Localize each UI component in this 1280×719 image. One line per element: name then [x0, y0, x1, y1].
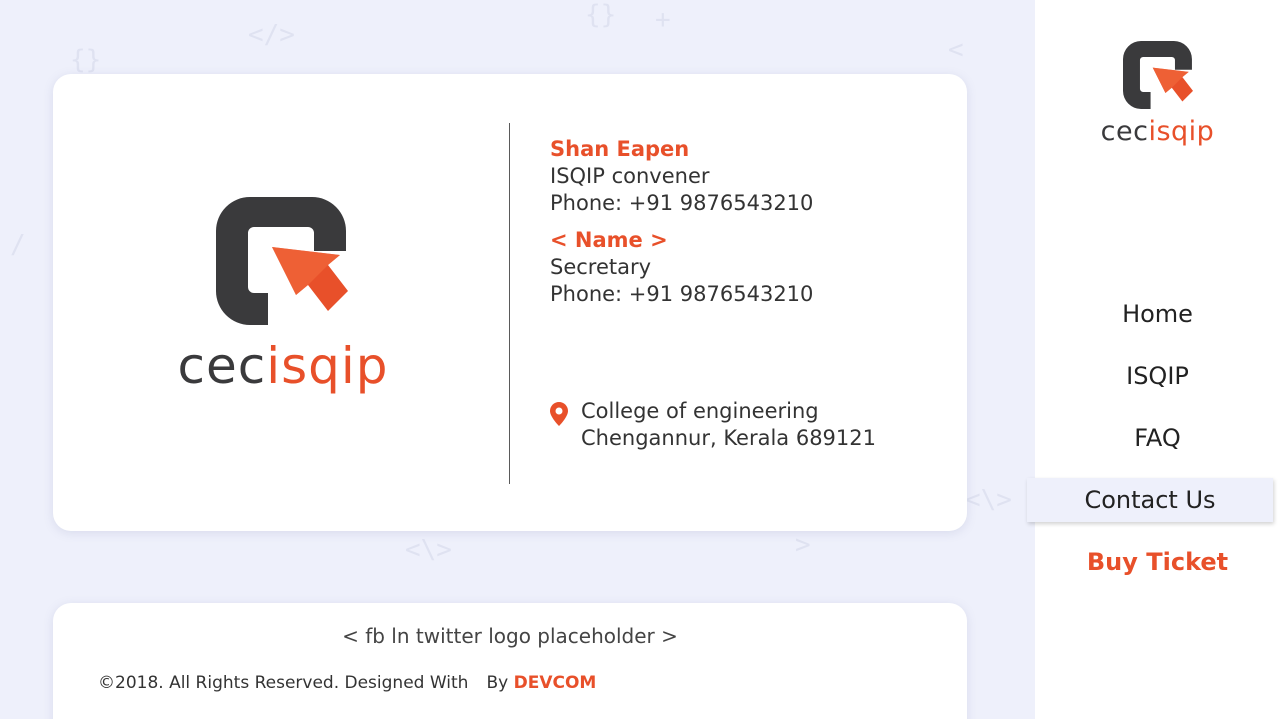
nav-contact-us[interactable]: Contact Us	[1027, 478, 1273, 522]
copyright: ©2018. All Rights Reserved. Designed Wit…	[98, 673, 596, 693]
contact-name: < Name >	[550, 228, 668, 252]
address-line-1: College of engineering	[581, 399, 819, 423]
nav-faq[interactable]: FAQ	[1035, 416, 1280, 460]
contact-name: Shan Eapen	[550, 137, 690, 161]
main-logo: cecisqip	[158, 195, 408, 415]
contact-phone[interactable]: Phone: +91 9876543210	[550, 281, 813, 308]
nav-buy-ticket[interactable]: Buy Ticket	[1035, 540, 1280, 584]
logo-wordmark: cecisqip	[158, 341, 408, 391]
footer-card	[53, 603, 967, 719]
address: College of engineering Chengannur, Keral…	[550, 398, 876, 452]
social-links-placeholder[interactable]: < fb ln twitter logo placeholder >	[53, 624, 967, 648]
contact-role: Secretary	[550, 255, 652, 279]
nav-isqip[interactable]: ISQIP	[1035, 354, 1280, 398]
logo-word-dark: cec	[177, 337, 267, 395]
nav-home[interactable]: Home	[1035, 292, 1280, 336]
devcom-link[interactable]: DEVCOM	[514, 673, 597, 693]
logo-mark-icon	[216, 197, 348, 325]
vertical-divider	[509, 123, 510, 484]
copyright-by: By	[486, 673, 509, 693]
logo-wordmark: cecisqip	[1090, 118, 1225, 145]
logo-word-accent: isqip	[266, 337, 389, 395]
sidebar-logo[interactable]: cecisqip	[1090, 40, 1225, 152]
logo-word-dark: cec	[1100, 116, 1149, 147]
address-line-2: Chengannur, Kerala 689121	[581, 426, 877, 450]
contact-role: ISQIP convener	[550, 164, 710, 188]
contact-secondary: < Name > Secretary Phone: +91 9876543210	[550, 227, 813, 308]
location-pin-icon	[550, 398, 570, 452]
contact-primary: Shan Eapen ISQIP convener Phone: +91 987…	[550, 136, 813, 217]
contact-phone[interactable]: Phone: +91 9876543210	[550, 190, 813, 217]
logo-word-accent: isqip	[1148, 116, 1215, 147]
logo-mark-icon	[1123, 41, 1193, 109]
copyright-text: ©2018. All Rights Reserved. Designed Wit…	[98, 673, 469, 693]
